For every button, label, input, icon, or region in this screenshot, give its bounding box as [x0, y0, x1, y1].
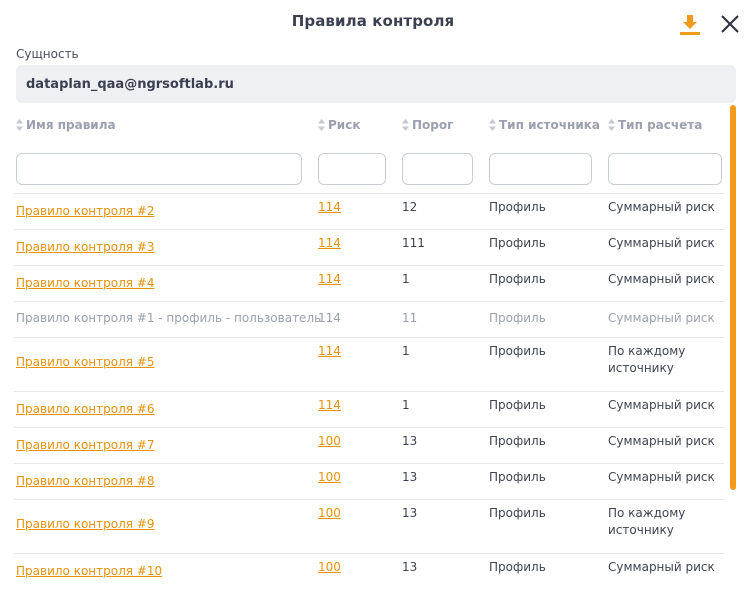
risk-link[interactable]: 100	[318, 469, 341, 486]
column-header-name[interactable]: Имя правила	[16, 118, 116, 132]
threshold-value: 1	[402, 398, 410, 412]
threshold-value: 1	[402, 272, 410, 286]
threshold-value: 13	[402, 560, 418, 574]
calc-type-value: Суммарный риск	[608, 311, 715, 325]
entity-value: dataplan_qaa@ngrsoftlab.ru	[26, 76, 234, 92]
risk-link[interactable]: 100	[318, 505, 341, 522]
table-row: Правило контроля #4 114 1 Профиль Суммарный …	[14, 265, 724, 301]
risk-link: 114	[318, 311, 341, 325]
calc-type-value: Суммарный риск	[608, 470, 715, 484]
table-row: Правило контроля #9 100 13 Профиль По каждом…	[14, 499, 724, 553]
source-type-value: Профиль	[489, 272, 546, 286]
rule-name-link[interactable]: Правило контроля #4	[16, 275, 154, 292]
rule-name-link[interactable]: Правило контроля #3	[16, 239, 154, 256]
rule-name-link[interactable]: Правило контроля #10	[16, 563, 162, 580]
table-row: Правило контроля #3 114 111 Профиль Суммарны…	[14, 229, 724, 265]
table-row: Правило контроля #7 100 13 Профиль Суммарный…	[14, 427, 724, 463]
calc-type-value: Суммарный риск	[608, 398, 715, 412]
download-icon	[680, 15, 700, 35]
filter-name-input[interactable]	[16, 153, 302, 185]
filter-threshold-input[interactable]	[402, 153, 473, 185]
threshold-value: 13	[402, 506, 418, 520]
table-row: Правило контроля #8 100 13 Профиль Суммарный…	[14, 463, 724, 499]
sort-icon	[318, 119, 325, 131]
column-header-threshold[interactable]: Порог	[402, 118, 453, 132]
risk-link[interactable]: 114	[318, 343, 341, 360]
source-type-value: Профиль	[489, 200, 546, 214]
risk-link[interactable]: 100	[318, 559, 341, 576]
risk-link[interactable]: 100	[318, 433, 341, 450]
rule-name-link[interactable]: Правило контроля #7	[16, 437, 154, 454]
risk-link[interactable]: 114	[318, 199, 341, 216]
table-row: Правило контроля #5 114 1 Профиль По каждому…	[14, 337, 724, 391]
table-row: Правило контроля #2 114 12 Профиль Суммарный…	[14, 193, 724, 229]
table-row: Правило контроля #6 114 1 Профиль Суммарный …	[14, 391, 724, 427]
sort-icon	[16, 119, 23, 131]
scrollbar-thumb[interactable]	[730, 105, 736, 490]
rules-dialog: Правила контроля Сущность dataplan_qaa@n…	[0, 0, 746, 596]
entity-field: dataplan_qaa@ngrsoftlab.ru	[16, 65, 736, 103]
column-header-label: Риск	[328, 118, 361, 132]
sort-icon	[402, 119, 409, 131]
entity-label: Сущность	[16, 47, 79, 61]
threshold-value: 13	[402, 470, 418, 484]
calc-type-value: Суммарный риск	[608, 236, 715, 250]
calc-type-value: Суммарный риск	[608, 434, 715, 448]
column-header-label: Тип расчета	[618, 118, 703, 132]
table-row: Правило контроля #1 - профиль - пользова…	[14, 301, 724, 337]
sort-icon	[489, 119, 496, 131]
rule-name-link[interactable]: Правило контроля #8	[16, 473, 154, 490]
risk-link[interactable]: 114	[318, 235, 341, 252]
calc-type-value: Суммарный риск	[608, 272, 715, 286]
source-type-value: Профиль	[489, 506, 546, 520]
source-type-value: Профиль	[489, 344, 546, 358]
column-header-source-type[interactable]: Тип источника	[489, 118, 600, 132]
filter-source-type-input[interactable]	[489, 153, 592, 185]
download-button[interactable]	[678, 12, 702, 36]
column-header-label: Тип источника	[499, 118, 600, 132]
dialog-title: Правила контроля	[291, 12, 455, 30]
rule-name-link: Правило контроля #1 - профиль - пользова…	[16, 311, 322, 325]
column-header-label: Порог	[412, 118, 454, 132]
risk-link[interactable]: 114	[318, 271, 341, 288]
sort-icon	[608, 119, 615, 131]
column-header-label: Имя правила	[26, 118, 116, 132]
source-type-value: Профиль	[489, 470, 546, 484]
close-button[interactable]	[718, 12, 742, 36]
source-type-value: Профиль	[489, 434, 546, 448]
rule-name-link[interactable]: Правило контроля #5	[16, 354, 154, 371]
threshold-value: 111	[402, 236, 425, 250]
threshold-value: 1	[402, 344, 410, 358]
source-type-value: Профиль	[489, 236, 546, 250]
filter-risk-input[interactable]	[318, 153, 386, 185]
column-header-risk[interactable]: Риск	[318, 118, 360, 132]
calc-type-value: По каждому источнику	[608, 506, 686, 537]
rule-name-link[interactable]: Правило контроля #9	[16, 516, 154, 533]
rule-name-link[interactable]: Правило контроля #6	[16, 401, 154, 418]
threshold-value: 12	[402, 200, 418, 214]
source-type-value: Профиль	[489, 398, 546, 412]
filter-calc-type-input[interactable]	[608, 153, 722, 185]
threshold-value: 13	[402, 434, 418, 448]
source-type-value: Профиль	[489, 560, 546, 574]
close-icon	[721, 15, 739, 33]
threshold-value: 11	[402, 311, 418, 325]
column-header-calc-type[interactable]: Тип расчета	[608, 118, 702, 132]
calc-type-value: Суммарный риск	[608, 200, 715, 214]
source-type-value: Профиль	[489, 311, 546, 325]
calc-type-value: Суммарный риск	[608, 560, 715, 574]
rule-name-link[interactable]: Правило контроля #2	[16, 203, 154, 220]
risk-link[interactable]: 114	[318, 397, 341, 414]
calc-type-value: По каждому источнику	[608, 344, 686, 375]
table-row: Правило контроля #10 100 13 Профиль Суммарны…	[14, 553, 724, 589]
